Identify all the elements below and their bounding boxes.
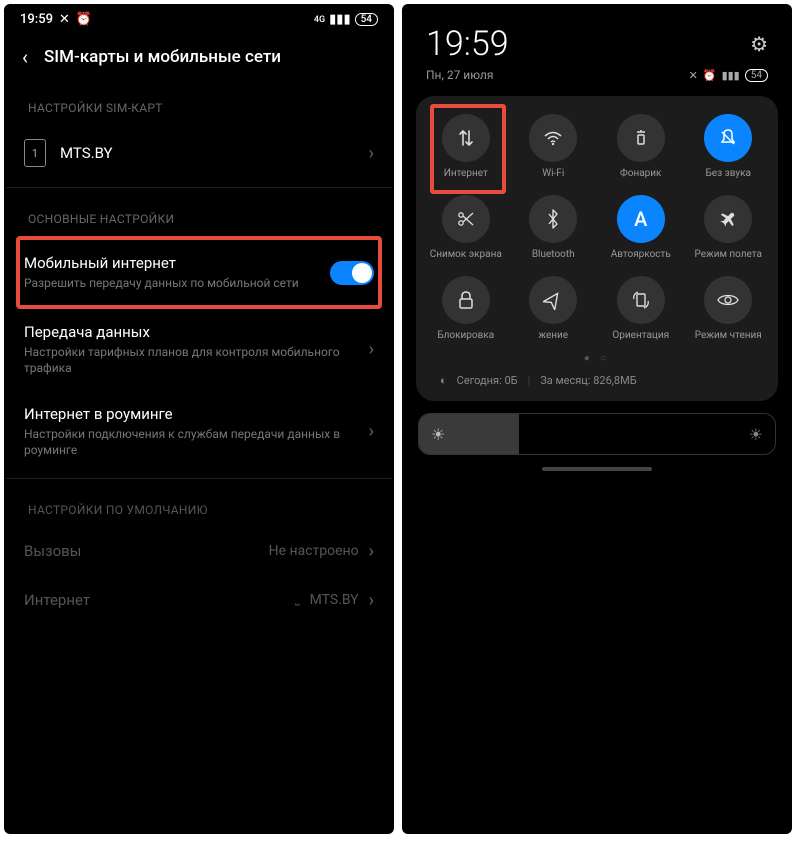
tile-label: Ориентация xyxy=(612,330,669,341)
cc-clock: 19:59 xyxy=(426,24,509,64)
brightness-high-icon: ☀ xyxy=(749,425,775,444)
mobile-internet-row[interactable]: Мобильный интернет Разрешить передачу да… xyxy=(6,236,392,309)
wifi-icon xyxy=(529,114,577,162)
gear-icon[interactable]: ⚙ xyxy=(750,32,768,56)
chevron-right-icon: › xyxy=(369,339,374,360)
lock-icon xyxy=(442,276,490,324)
sim-name: MTS.BY xyxy=(60,144,355,162)
tile-mute[interactable]: Без звука xyxy=(687,110,771,183)
page-title: SIM-карты и мобильные сети xyxy=(44,47,281,67)
eye-icon xyxy=(704,276,752,324)
data-usage-sub: Настройки тарифных планов для контроля м… xyxy=(24,344,369,376)
roaming-title: Интернет в роуминге xyxy=(24,405,369,423)
drag-handle[interactable] xyxy=(542,467,652,471)
tile-orient[interactable]: Ориентация xyxy=(599,272,683,345)
back-icon[interactable]: ‹ xyxy=(22,45,28,69)
scissors-icon xyxy=(442,195,490,243)
data-usage-row[interactable]: Передача данных Настройки тарифных плано… xyxy=(6,309,392,390)
signal-icon: ▮▮▮ xyxy=(329,12,350,27)
mute-icon xyxy=(704,114,752,162)
chevron-right-icon: › xyxy=(369,143,374,164)
data-icon xyxy=(442,114,490,162)
usage-month: За месяц: 826,8МБ xyxy=(540,374,636,387)
settings-screen: 19:59 ✕ ⏰ 4G ▮▮▮ 54 ‹ SIM-карты и мобиль… xyxy=(4,4,394,834)
status-bar: 19:59 ✕ ⏰ 4G ▮▮▮ 54 xyxy=(6,6,392,31)
default-internet-row[interactable]: Интернет ⎵ MTS.BY › xyxy=(6,576,392,625)
mobile-internet-title: Мобильный интернет xyxy=(24,254,330,272)
tile-label: Без звука xyxy=(706,168,751,179)
default-internet-value: MTS.BY xyxy=(310,592,359,608)
tile-bt[interactable]: Bluetooth xyxy=(512,191,596,264)
default-internet-title: Интернет xyxy=(24,591,295,609)
dnd-icon: ✕ xyxy=(689,69,698,82)
status-time: 19:59 xyxy=(20,12,53,27)
cc-date: Пн, 27 июля xyxy=(426,68,493,82)
nav-icon xyxy=(529,276,577,324)
data-usage-title: Передача данных xyxy=(24,323,369,341)
quick-settings-panel: Интернет Wi-Fi Фонарик Без звука Снимок экра… xyxy=(416,96,778,401)
dnd-icon: ✕ xyxy=(59,12,70,27)
tile-label: Режим чтения xyxy=(695,330,762,341)
page-dots: ● ○ xyxy=(424,353,770,364)
default-calls-row[interactable]: Вызовы Не настроено › xyxy=(6,527,392,576)
default-calls-value: Не настроено xyxy=(269,543,359,559)
chevron-right-icon: › xyxy=(369,541,374,562)
torch-icon xyxy=(617,114,665,162)
usage-today: Сегодня: 0Б xyxy=(457,374,518,387)
plane-icon xyxy=(704,195,752,243)
sim-card-row[interactable]: 1 MTS.BY › xyxy=(6,125,392,181)
section-main-label: ОСНОВНЫЕ НАСТРОЙКИ xyxy=(6,194,392,236)
globe-icon: ◐ xyxy=(440,374,447,387)
brightness-low-icon: ☀ xyxy=(431,425,445,444)
divider xyxy=(6,187,392,188)
tile-label: Bluetooth xyxy=(532,249,575,260)
default-calls-title: Вызовы xyxy=(24,542,269,560)
tile-label: Фонарик xyxy=(620,168,661,179)
orient-icon xyxy=(617,276,665,324)
tile-label: Блокировка xyxy=(437,330,494,341)
mobile-internet-sub: Разрешить передачу данных по мобильной с… xyxy=(24,275,330,291)
tile-nav[interactable]: жение xyxy=(512,272,596,345)
autob-icon: A xyxy=(617,195,665,243)
alarm-icon: ⏰ xyxy=(76,12,92,27)
tile-label: жение xyxy=(538,330,568,341)
chevron-right-icon: › xyxy=(369,590,374,611)
sim-indicator-icon: ⎵ xyxy=(295,593,299,607)
data-usage-footer: ◐ Сегодня: 0Б | За месяц: 826,8МБ xyxy=(424,364,770,391)
header: ‹ SIM-карты и мобильные сети xyxy=(6,31,392,83)
signal-icon: ▮▮▮ xyxy=(722,69,740,82)
cc-status-icons: ✕ ⏰ ▮▮▮ 54 xyxy=(689,69,768,82)
roaming-row[interactable]: Интернет в роуминге Настройки подключени… xyxy=(6,391,392,472)
chevron-right-icon: › xyxy=(369,421,374,442)
brightness-slider[interactable]: ☀ ☀ xyxy=(418,413,776,455)
cc-header: 19:59 ⚙ xyxy=(404,6,790,68)
control-center-screen: 19:59 ⚙ Пн, 27 июля ✕ ⏰ ▮▮▮ 54 Интернет W… xyxy=(402,4,792,834)
tile-torch[interactable]: Фонарик xyxy=(599,110,683,183)
section-sim-label: НАСТРОЙКИ SIM-КАРТ xyxy=(6,83,392,125)
tile-lock[interactable]: Блокировка xyxy=(424,272,508,345)
tile-autob[interactable]: A Автояркость xyxy=(599,191,683,264)
divider xyxy=(6,478,392,479)
battery-indicator: 54 xyxy=(355,13,378,26)
sim-slot-icon: 1 xyxy=(24,139,46,167)
tile-label: Интернет xyxy=(444,168,488,179)
tile-label: Режим полета xyxy=(695,249,762,260)
roaming-sub: Настройки подключения к службам передачи… xyxy=(24,426,369,458)
bt-icon xyxy=(529,195,577,243)
tile-plane[interactable]: Режим полета xyxy=(687,191,771,264)
alarm-icon: ⏰ xyxy=(703,69,717,82)
tile-wifi[interactable]: Wi-Fi xyxy=(512,110,596,183)
separator: | xyxy=(528,374,531,387)
section-defaults-label: НАСТРОЙКИ ПО УМОЛЧАНИЮ xyxy=(6,485,392,527)
tile-label: Автояркость xyxy=(611,249,671,260)
battery-indicator: 54 xyxy=(745,69,768,82)
tile-scissors[interactable]: Снимок экрана xyxy=(424,191,508,264)
tile-eye[interactable]: Режим чтения xyxy=(687,272,771,345)
tile-label: Wi-Fi xyxy=(542,168,564,179)
mobile-internet-toggle[interactable] xyxy=(330,261,374,285)
tile-grid: Интернет Wi-Fi Фонарик Без звука Снимок экра… xyxy=(424,110,770,345)
tile-label: Снимок экрана xyxy=(430,249,502,260)
tile-data[interactable]: Интернет xyxy=(424,110,508,183)
network-type-icon: 4G xyxy=(314,15,325,25)
